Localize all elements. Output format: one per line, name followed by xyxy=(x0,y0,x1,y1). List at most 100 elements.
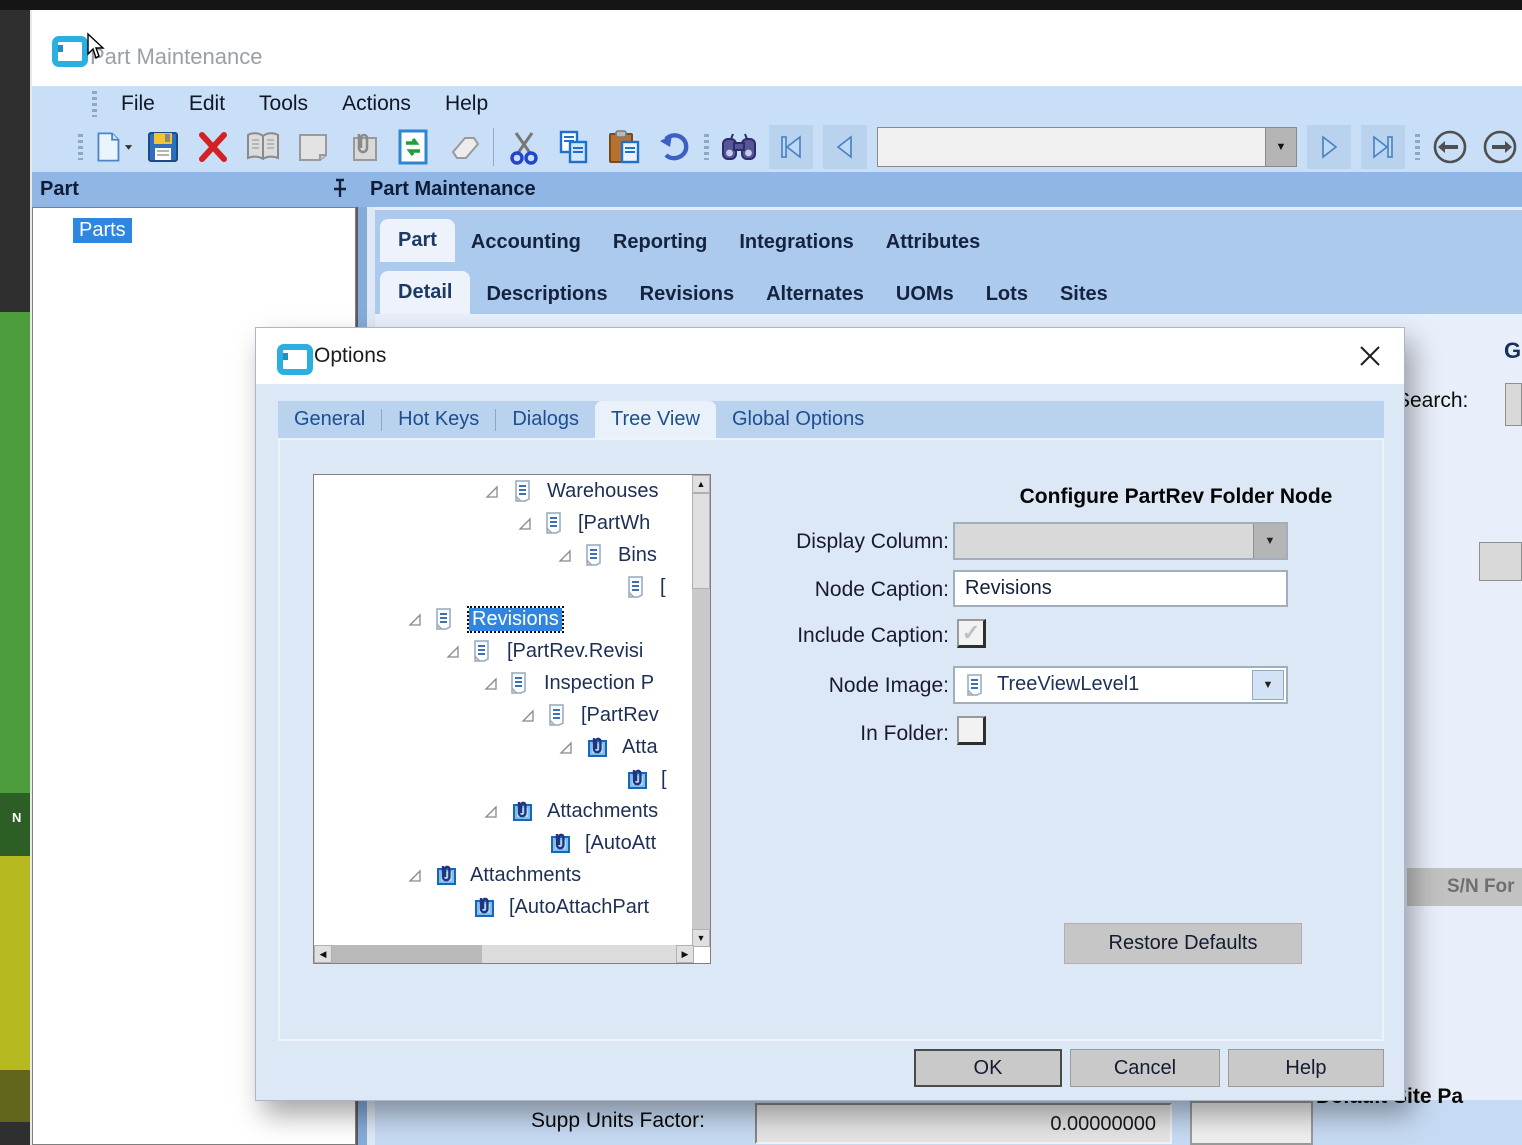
subtab-lots[interactable]: Lots xyxy=(970,275,1044,314)
tab-attributes[interactable]: Attributes xyxy=(870,223,996,262)
forward-button[interactable] xyxy=(1480,126,1520,168)
tree-row[interactable]: Warehouses xyxy=(314,476,711,508)
dlgtab-treeview[interactable]: Tree View xyxy=(595,401,716,438)
tree-node-parts[interactable]: Parts xyxy=(73,218,132,243)
help-button[interactable]: Help xyxy=(1228,1049,1384,1087)
save-button[interactable] xyxy=(143,126,183,168)
dlgtab-dialogs[interactable]: Dialogs xyxy=(496,401,595,438)
toolbar-grip-3[interactable] xyxy=(1415,134,1420,160)
in-folder-checkbox[interactable] xyxy=(957,716,986,745)
supp-units-label: Supp Units Factor: xyxy=(531,1109,705,1133)
clear-button[interactable] xyxy=(443,126,483,168)
attachment-button[interactable] xyxy=(343,126,383,168)
tab-accounting[interactable]: Accounting xyxy=(455,223,597,262)
book-button[interactable] xyxy=(243,126,283,168)
menu-grip[interactable] xyxy=(92,91,97,117)
dlgtab-hotkeys[interactable]: Hot Keys xyxy=(382,401,495,438)
node-caption-input[interactable] xyxy=(953,570,1288,607)
paste-button[interactable] xyxy=(604,126,644,168)
tree-hscrollbar[interactable]: ◀ ▶ xyxy=(314,945,694,963)
button-fragment[interactable] xyxy=(1479,542,1522,581)
tab-reporting[interactable]: Reporting xyxy=(597,223,723,262)
form-title: Configure PartRev Folder Node xyxy=(956,485,1396,509)
delete-button[interactable] xyxy=(193,126,233,168)
scroll-down-icon[interactable]: ▼ xyxy=(692,929,710,947)
tree-row[interactable]: [AutoAtt xyxy=(314,828,711,860)
toolbar-grip[interactable] xyxy=(78,134,83,160)
search-field-fragment[interactable] xyxy=(1505,383,1522,426)
dlgtab-general[interactable]: General xyxy=(278,401,381,438)
scroll-left-icon[interactable]: ◀ xyxy=(314,945,332,963)
next-record-button[interactable] xyxy=(1307,125,1351,169)
menu-actions[interactable]: Actions xyxy=(342,92,411,116)
supp-units-input[interactable]: 0.00000000 xyxy=(755,1103,1172,1144)
tree-row-selected[interactable]: Revisions xyxy=(314,604,711,636)
subtab-uoms[interactable]: UOMs xyxy=(880,275,970,314)
search-button[interactable] xyxy=(719,126,759,168)
pin-icon[interactable] xyxy=(330,178,350,200)
search-label: Search: xyxy=(1396,389,1468,413)
previous-record-button[interactable] xyxy=(823,125,867,169)
ok-button[interactable]: OK xyxy=(914,1049,1062,1087)
sn-format-button[interactable]: S/N For xyxy=(1407,868,1522,906)
new-button[interactable] xyxy=(93,126,133,168)
record-combo-dropdown-icon[interactable]: ▼ xyxy=(1265,128,1296,166)
mouse-cursor xyxy=(84,32,106,62)
cut-button[interactable] xyxy=(504,126,544,168)
group-label-fragment: G xyxy=(1504,338,1521,364)
first-record-button[interactable] xyxy=(769,125,813,169)
display-column-combo[interactable]: ▼ xyxy=(953,522,1288,560)
supp-units-uom-box[interactable] xyxy=(1190,1101,1313,1145)
options-dialog: Options General Hot Keys Dialogs Tree Vi… xyxy=(255,327,1405,1101)
tree-row[interactable]: Atta xyxy=(314,732,711,764)
tree-row[interactable]: [PartRev xyxy=(314,700,711,732)
scroll-right-icon[interactable]: ▶ xyxy=(676,945,694,963)
tree-row[interactable]: [ xyxy=(314,572,711,604)
tree-row[interactable]: [ xyxy=(314,764,711,796)
node-image-icon xyxy=(963,673,987,697)
tree-row[interactable]: [PartRev.Revisi xyxy=(314,636,711,668)
menu-help[interactable]: Help xyxy=(445,92,488,116)
tab-part[interactable]: Part xyxy=(380,219,455,262)
subtab-alternates[interactable]: Alternates xyxy=(750,275,880,314)
tree-row[interactable]: Bins xyxy=(314,540,711,572)
tab-integrations[interactable]: Integrations xyxy=(723,223,869,262)
menu-tools[interactable]: Tools xyxy=(259,92,308,116)
subtab-detail[interactable]: Detail xyxy=(380,271,470,314)
menu-edit[interactable]: Edit xyxy=(189,92,225,116)
last-record-button[interactable] xyxy=(1361,125,1405,169)
scroll-up-icon[interactable]: ▲ xyxy=(692,475,710,493)
subtab-descriptions[interactable]: Descriptions xyxy=(470,275,623,314)
record-navigator-combo[interactable]: ▼ xyxy=(877,127,1297,167)
subtab-revisions[interactable]: Revisions xyxy=(624,275,750,314)
cancel-button[interactable]: Cancel xyxy=(1070,1049,1220,1087)
node-image-dropdown-icon[interactable]: ▼ xyxy=(1252,670,1284,700)
back-button[interactable] xyxy=(1430,126,1470,168)
tree-row[interactable]: Attachments xyxy=(314,796,711,828)
tree-row[interactable]: Attachments xyxy=(314,860,711,892)
menu-file[interactable]: File xyxy=(121,92,155,116)
memo-button[interactable] xyxy=(293,126,333,168)
display-column-dropdown-icon[interactable]: ▼ xyxy=(1253,524,1286,558)
hscroll-thumb[interactable] xyxy=(332,945,482,963)
treeview-preview: Warehouses [PartWh Bins [ Revisions [Par… xyxy=(313,474,711,964)
dlgtab-globaloptions[interactable]: Global Options xyxy=(716,401,880,438)
subtab-sites[interactable]: Sites xyxy=(1044,275,1124,314)
forward-icon xyxy=(1481,128,1519,166)
close-icon[interactable] xyxy=(1357,343,1383,369)
restore-defaults-button[interactable]: Restore Defaults xyxy=(1064,923,1302,964)
tree-row[interactable]: [AutoAttachPart xyxy=(314,892,711,924)
include-caption-checkbox[interactable]: ✓ xyxy=(957,619,986,648)
attachment-icon xyxy=(346,130,380,164)
tree-row[interactable]: [PartWh xyxy=(314,508,711,540)
left-panel-header: Part xyxy=(40,178,79,201)
undo-icon xyxy=(656,131,692,163)
toolbar-grip-2[interactable] xyxy=(704,134,709,160)
copy-button[interactable] xyxy=(554,126,594,168)
refresh-button[interactable] xyxy=(393,126,433,168)
tree-row[interactable]: Inspection P xyxy=(314,668,711,700)
undo-button[interactable] xyxy=(654,126,694,168)
toolbar-separator xyxy=(493,128,494,166)
dialog-titlebar[interactable]: Options xyxy=(256,328,1404,384)
node-image-combo[interactable]: TreeViewLevel1 ▼ xyxy=(953,666,1288,704)
